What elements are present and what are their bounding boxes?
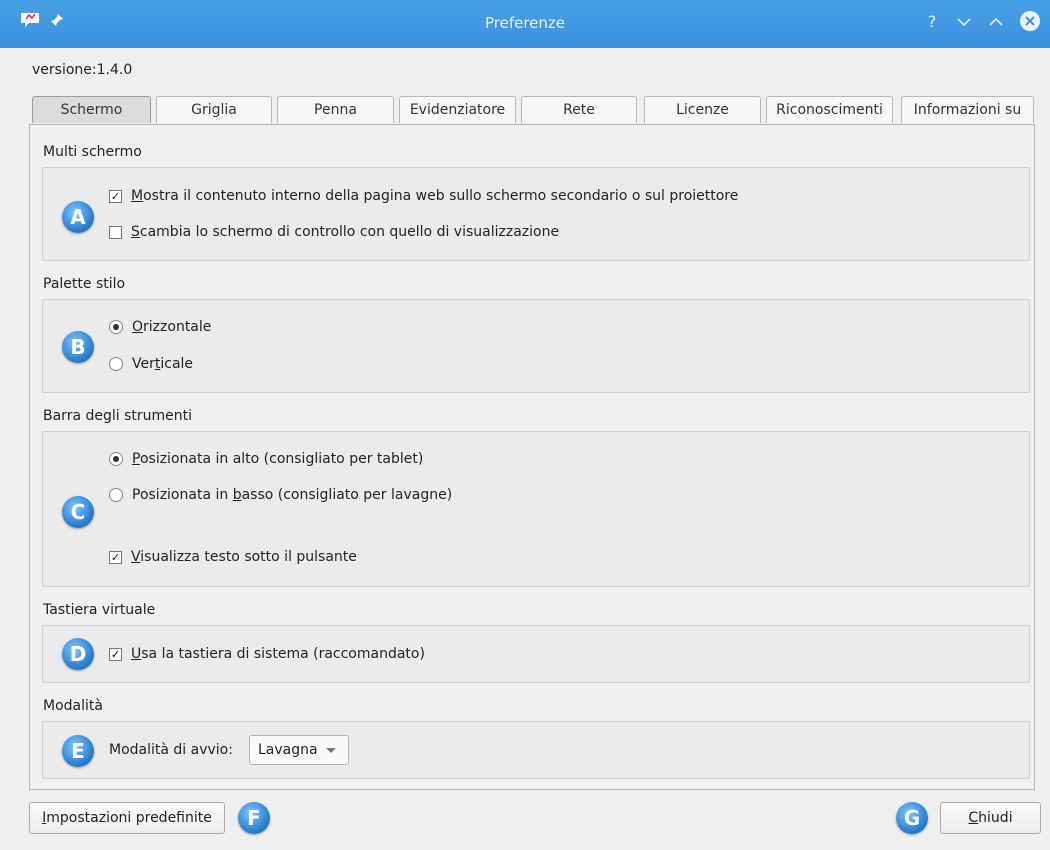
badge-c-icon: C xyxy=(62,496,94,528)
badge-e-icon: E xyxy=(62,735,94,767)
close-window-button[interactable] xyxy=(1020,11,1040,31)
help-button[interactable]: ? xyxy=(924,12,940,31)
section-title-multi-schermo: Multi schermo xyxy=(43,144,142,160)
tab-griglia[interactable]: Griglia xyxy=(156,96,272,123)
option-label: Scambia lo schermo di controllo con quel… xyxy=(131,224,560,240)
radio-button[interactable] xyxy=(109,320,123,334)
option-mostra-contenuto[interactable]: ✓ Mostra il contenuto interno della pagi… xyxy=(109,188,738,204)
titlebar-controls: ? xyxy=(924,11,1040,31)
option-label: Posizionata in alto (consigliato per tab… xyxy=(132,451,424,467)
window-titlebar: Preferenze ? xyxy=(0,0,1050,48)
option-label: Usa la tastiera di sistema (raccomandato… xyxy=(131,646,425,662)
badge-g-icon: G xyxy=(896,802,928,834)
option-label: Mostra il contenuto interno della pagina… xyxy=(131,188,739,204)
chevron-down-icon xyxy=(957,17,971,26)
chevron-down-icon xyxy=(325,747,336,753)
group-modalita: E Modalità di avvio: Lavagna xyxy=(42,721,1030,779)
select-value: Lavagna xyxy=(258,742,318,758)
tab-schermo[interactable]: Schermo xyxy=(32,96,151,123)
radio-verticale[interactable]: Verticale xyxy=(109,356,193,372)
group-tastiera-virtuale: D ✓ Usa la tastiera di sistema (raccoman… xyxy=(42,625,1030,683)
option-scambia-schermo[interactable]: Scambia lo schermo di controllo con quel… xyxy=(109,224,559,240)
radio-posizionata-basso[interactable]: Posizionata in basso (consigliato per la… xyxy=(109,487,452,503)
option-label: Orizzontale xyxy=(132,319,212,335)
checkbox-tastiera-sistema[interactable]: ✓ xyxy=(109,647,122,661)
tab-panel-schermo: Multi schermo A ✓ Mostra il contenuto in… xyxy=(29,124,1035,790)
option-label: Visualizza testo sotto il pulsante xyxy=(131,549,357,565)
badge-d-icon: D xyxy=(62,638,94,670)
group-barra-strumenti: C Posizionata in alto (consigliato per t… xyxy=(42,431,1030,587)
badge-b-icon: B xyxy=(62,331,94,363)
radio-posizionata-alto[interactable]: Posizionata in alto (consigliato per tab… xyxy=(109,451,423,467)
radio-button[interactable] xyxy=(109,488,123,502)
close-button[interactable]: Chiudi xyxy=(940,802,1041,834)
group-multi-schermo: A ✓ Mostra il contenuto interno della pa… xyxy=(42,167,1030,261)
tab-penna[interactable]: Penna xyxy=(277,96,394,123)
section-title-tastiera-virtuale: Tastiera virtuale xyxy=(43,602,156,618)
default-settings-button[interactable]: Impostazioni predefinite xyxy=(29,802,225,834)
maximize-button[interactable] xyxy=(988,12,1004,31)
badge-f-icon: F xyxy=(238,802,270,834)
tab-informazioni[interactable]: Informazioni su xyxy=(901,96,1034,123)
option-label: Posizionata in basso (consigliato per la… xyxy=(132,487,453,503)
section-title-palette-stilo: Palette stilo xyxy=(43,276,126,292)
close-icon xyxy=(1025,16,1035,26)
label-modalita-avvio: Modalità di avvio: xyxy=(109,742,233,758)
checkbox-mostra-contenuto[interactable]: ✓ xyxy=(109,189,122,203)
minimize-button[interactable] xyxy=(956,12,972,31)
checkbox-visualizza-testo[interactable]: ✓ xyxy=(109,550,122,564)
tab-riconoscimenti[interactable]: Riconoscimenti xyxy=(766,96,893,123)
option-tastiera-sistema[interactable]: ✓ Usa la tastiera di sistema (raccomanda… xyxy=(109,646,425,662)
chevron-up-icon xyxy=(989,17,1003,26)
group-palette-stilo: B Orizzontale Verticale xyxy=(42,299,1030,393)
radio-orizzontale[interactable]: Orizzontale xyxy=(109,319,211,335)
radio-button[interactable] xyxy=(109,452,123,466)
badge-a-icon: A xyxy=(62,201,94,233)
tab-rete[interactable]: Rete xyxy=(521,96,637,123)
section-title-barra-strumenti: Barra degli strumenti xyxy=(43,408,193,424)
section-title-modalita: Modalità xyxy=(43,698,103,714)
select-modalita-avvio[interactable]: Lavagna xyxy=(249,735,349,765)
option-visualizza-testo[interactable]: ✓ Visualizza testo sotto il pulsante xyxy=(109,549,357,565)
checkbox-scambia-schermo[interactable] xyxy=(109,225,122,239)
version-label: versione:1.4.0 xyxy=(32,62,133,78)
radio-button[interactable] xyxy=(109,357,123,371)
tab-evidenziatore[interactable]: Evidenziatore xyxy=(399,96,516,123)
option-label: Verticale xyxy=(132,356,194,372)
tab-licenze[interactable]: Licenze xyxy=(644,96,761,123)
window-title: Preferenze xyxy=(484,14,566,32)
